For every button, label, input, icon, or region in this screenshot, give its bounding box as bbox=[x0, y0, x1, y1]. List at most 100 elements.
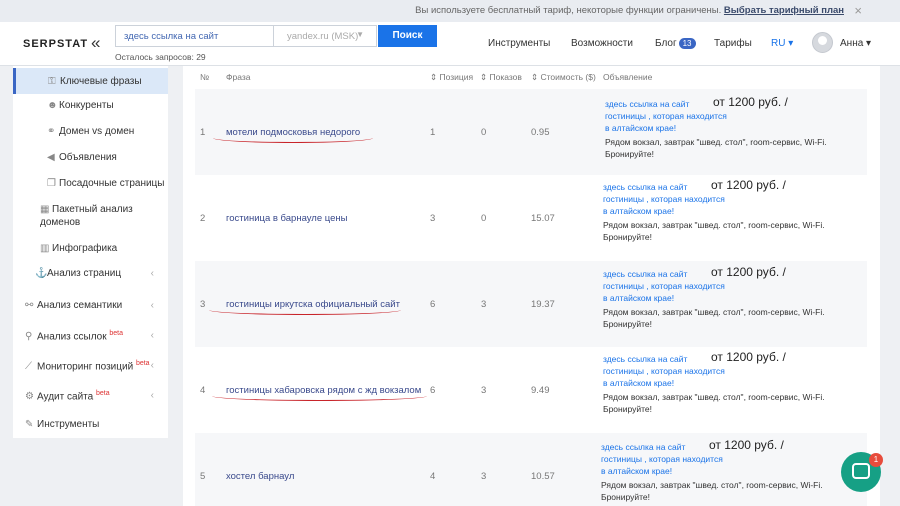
search-button[interactable]: Поиск bbox=[378, 25, 437, 47]
row-number: 4 bbox=[200, 385, 206, 396]
choose-plan-link[interactable]: Выбрать тарифный план bbox=[724, 5, 844, 16]
sidebar-item-keywords[interactable]: ⚿ Ключевые фразы bbox=[13, 68, 168, 94]
sidebar-item-label: Пакетный анализ доменов bbox=[40, 204, 133, 228]
column-header-ad: Объявление bbox=[603, 72, 653, 82]
column-header-number[interactable]: № bbox=[200, 72, 209, 82]
sidebar-item-link-analysis[interactable]: ⚲ Анализ ссылок beta ‹ bbox=[13, 330, 168, 342]
row-number: 5 bbox=[200, 471, 206, 482]
nav-blog[interactable]: Блог 13 bbox=[655, 38, 696, 49]
header: SERPSTAT « здесь ссылка на сайт yandex.r… bbox=[0, 22, 900, 66]
sidebar-item-landing-pages[interactable]: ❐ Посадочные страницы bbox=[13, 178, 168, 189]
cost-value: 9.49 bbox=[531, 385, 550, 396]
semantic-icon: ⚯ bbox=[25, 300, 34, 311]
chevron-left-icon: ‹ bbox=[150, 390, 154, 401]
sidebar-item-site-audit[interactable]: ⚙ Аудит сайта beta ‹ bbox=[13, 390, 168, 402]
row-number: 1 bbox=[200, 127, 206, 138]
keyword-link[interactable]: гостиница в барнауле цены bbox=[226, 213, 347, 224]
notice-bar: Вы используете бесплатный тариф, некотор… bbox=[0, 0, 900, 22]
table-row: 2 гостиница в барнауле цены 3 0 15.07 зд… bbox=[195, 175, 867, 261]
sidebar-item-ads[interactable]: ◀ Объявления bbox=[13, 152, 168, 163]
sidebar-item-label: Аудит сайта bbox=[37, 391, 94, 403]
sidebar-item-label: Анализ ссылок bbox=[37, 331, 107, 343]
collapse-sidebar-icon[interactable]: « bbox=[91, 33, 100, 53]
impressions-value: 3 bbox=[481, 385, 487, 396]
sidebar-item-batch-analysis[interactable]: ▦ Пакетный анализ доменов bbox=[13, 203, 168, 229]
sidebar-item-tools[interactable]: ✎ Инструменты bbox=[13, 419, 168, 430]
sidebar-item-competitors[interactable]: ☻Конкуренты bbox=[13, 100, 168, 111]
ad-text: Рядом вокзал, завтрак "швед. стол", room… bbox=[603, 392, 825, 414]
user-name: Анна bbox=[840, 38, 864, 49]
grid-icon: ▦ bbox=[40, 204, 50, 215]
wrench-icon: ✎ bbox=[25, 419, 34, 430]
cost-value: 19.37 bbox=[531, 299, 555, 310]
sidebar-item-label: Посадочные страницы bbox=[59, 178, 165, 189]
avatar[interactable] bbox=[812, 32, 833, 53]
sidebar-item-domain-vs-domain[interactable]: ⚭ Домен vs домен bbox=[13, 126, 168, 137]
sidebar-item-position-monitoring[interactable]: ⟋ Мониторинг позиций beta ‹ bbox=[13, 360, 168, 372]
ad-text: Рядом вокзал, завтрак "швед. стол", room… bbox=[605, 137, 827, 159]
nav-blog-label: Блог bbox=[655, 38, 677, 49]
ad-preview: здесь ссылка на сайт гостиницы , которая… bbox=[603, 265, 843, 330]
sidebar-item-label: Конкуренты bbox=[59, 100, 114, 111]
ad-title-line: в алтайском крае! bbox=[605, 123, 677, 133]
position-value: 6 bbox=[430, 385, 436, 396]
chevron-left-icon: ‹ bbox=[150, 300, 154, 311]
ad-title-line: гостиницы , которая находится bbox=[603, 194, 725, 204]
ad-preview: здесь ссылка на сайт гостиницы , которая… bbox=[601, 438, 841, 503]
nav-features[interactable]: Возможности bbox=[571, 38, 633, 49]
users-icon: ☻ bbox=[47, 100, 58, 111]
red-annotation-underline bbox=[212, 391, 427, 401]
column-header-position[interactable]: ⇕ Позиция bbox=[430, 72, 473, 83]
bar-chart-icon: ▥ bbox=[40, 243, 50, 254]
region-select[interactable]: yandex.ru (MSK) ▼ bbox=[273, 25, 377, 47]
close-icon[interactable]: × bbox=[854, 0, 862, 22]
sidebar-item-label: Анализ страниц bbox=[47, 268, 122, 279]
ad-title-line: в алтайском крае! bbox=[603, 293, 675, 303]
sidebar-item-infographics[interactable]: ▥ Инфографика bbox=[13, 243, 168, 254]
ad-title-line: в алтайском крае! bbox=[603, 378, 675, 388]
chevron-left-icon: ‹ bbox=[150, 360, 154, 371]
ad-price: от 1200 руб. / bbox=[711, 350, 786, 364]
region-value: yandex.ru (MSK) bbox=[287, 31, 359, 42]
keyword-link[interactable]: хостел барнаул bbox=[226, 471, 294, 482]
table-row: 3 гостиницы иркутска официальный сайт 6 … bbox=[195, 261, 867, 347]
user-menu[interactable]: Анна ▾ bbox=[840, 38, 871, 49]
nav-pricing[interactable]: Тарифы bbox=[714, 38, 752, 49]
ad-title-line: гостиницы , которая находится bbox=[601, 454, 723, 464]
ad-text: Рядом вокзал, завтрак "швед. стол", room… bbox=[603, 220, 825, 242]
ad-title-line: гостиницы , которая находится bbox=[603, 281, 725, 291]
ad-price: от 1200 руб. / bbox=[711, 178, 786, 192]
nav-tools[interactable]: Инструменты bbox=[488, 38, 550, 49]
sidebar-item-page-analysis[interactable]: ⚓Анализ страниц ‹ bbox=[13, 268, 168, 279]
ad-title-line: гостиницы , которая находится bbox=[603, 366, 725, 376]
search-input[interactable]: здесь ссылка на сайт bbox=[115, 25, 273, 47]
column-header-cost[interactable]: ⇕ Стоимость ($) bbox=[531, 72, 596, 83]
impressions-value: 3 bbox=[481, 299, 487, 310]
row-number: 3 bbox=[200, 299, 206, 310]
chevron-left-icon: ‹ bbox=[150, 268, 154, 279]
sidebar-item-label: Объявления bbox=[59, 152, 117, 163]
line-chart-icon: ⟋ bbox=[25, 361, 32, 373]
column-header-label: Стоимость ($) bbox=[540, 72, 596, 82]
position-value: 1 bbox=[430, 127, 436, 138]
ad-title-line: в алтайском крае! bbox=[601, 466, 673, 476]
ad-preview: здесь ссылка на сайт гостиницы , которая… bbox=[603, 350, 843, 415]
column-header-label: Позиция bbox=[439, 72, 474, 82]
ad-text: Рядом вокзал, завтрак "швед. стол", room… bbox=[603, 307, 825, 329]
remaining-requests: Осталось запросов: 29 bbox=[115, 52, 206, 62]
impressions-value: 3 bbox=[481, 471, 487, 482]
sidebar-item-semantics[interactable]: ⚯ Анализ семантики ‹ bbox=[13, 300, 168, 311]
logo[interactable]: SERPSTAT bbox=[23, 38, 88, 50]
column-header-phrase[interactable]: Фраза bbox=[226, 72, 250, 82]
chat-icon bbox=[852, 463, 870, 479]
impressions-value: 0 bbox=[481, 213, 487, 224]
language-select[interactable]: RU ▾ bbox=[771, 38, 793, 49]
ad-title-line: гостиницы , которая находится bbox=[605, 111, 727, 121]
column-header-impressions[interactable]: ⇕ Показов bbox=[480, 72, 522, 83]
megaphone-icon: ◀ bbox=[47, 152, 55, 163]
red-annotation-underline bbox=[213, 133, 373, 143]
sidebar-item-label: Инфографика bbox=[52, 243, 118, 254]
sidebar: ⚿ Ключевые фразы ☻Конкуренты ⚭ Домен vs до… bbox=[13, 66, 168, 438]
column-header-label: Показов bbox=[489, 72, 522, 82]
chevron-down-icon: ▼ bbox=[356, 30, 364, 39]
